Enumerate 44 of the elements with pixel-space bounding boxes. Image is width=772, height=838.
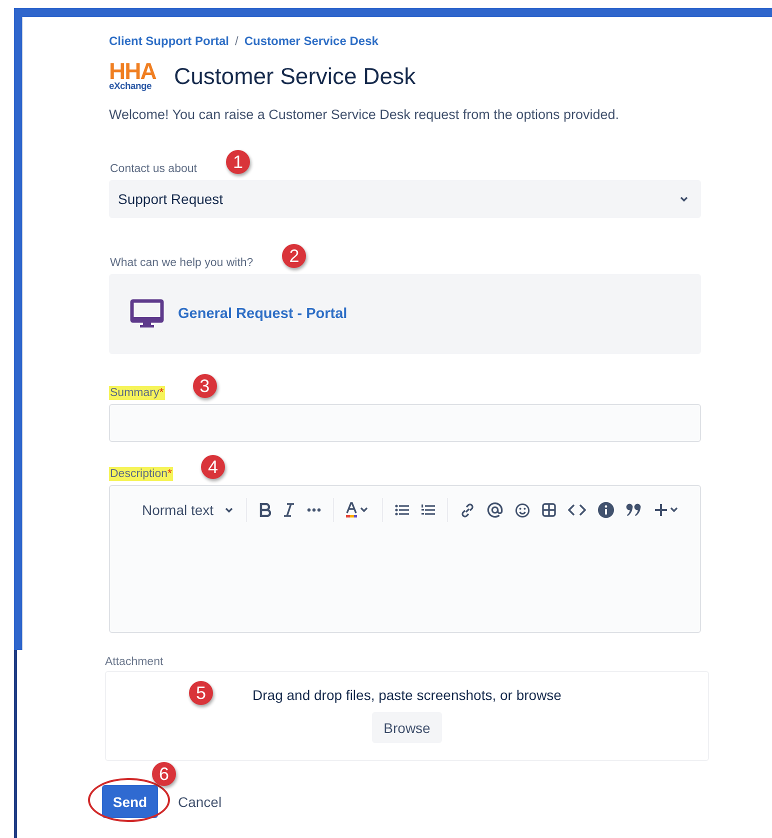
cancel-button[interactable]: Cancel — [178, 794, 222, 810]
field-label: Summary* — [109, 386, 165, 400]
callout-number: 6 — [152, 762, 176, 786]
callout-number: 3 — [192, 374, 217, 398]
breadcrumb-link[interactable]: Customer Service Desk — [244, 34, 378, 48]
text-color-icon[interactable] — [346, 502, 370, 518]
more-icon[interactable] — [306, 508, 321, 512]
breadcrumb-separator: / — [235, 34, 238, 48]
bullet-list-icon[interactable] — [394, 504, 409, 516]
chevron-down-icon — [679, 194, 689, 204]
field-label: Contact us about — [109, 162, 198, 176]
page-title: Customer Service Desk — [174, 63, 416, 90]
request-type-link[interactable]: General Request - Portal — [178, 306, 348, 322]
italic-icon[interactable] — [282, 503, 295, 517]
field-label: Attachment — [105, 656, 164, 668]
bold-icon[interactable] — [258, 503, 271, 517]
send-button[interactable]: Send — [102, 785, 158, 818]
field-label: What can we help you with? — [109, 256, 254, 270]
drop-prompt: Drag and drop files, paste screenshots, or browse — [252, 687, 562, 703]
welcome-text: Welcome! You can raise a Customer Service Desk request from the options provided. — [109, 107, 620, 122]
summary-input[interactable] — [109, 404, 701, 442]
code-icon[interactable] — [568, 504, 586, 516]
callout-number: 2 — [282, 244, 306, 268]
link-icon[interactable] — [460, 502, 475, 518]
emoji-icon[interactable] — [514, 502, 530, 518]
text-style-dropdown[interactable]: Normal text — [142, 502, 234, 518]
select-field[interactable]: Support Request — [109, 180, 701, 218]
insert-icon[interactable] — [654, 503, 680, 517]
mention-icon[interactable] — [486, 502, 503, 518]
callout-number: 4 — [201, 455, 226, 479]
numbered-list-icon[interactable] — [420, 504, 435, 516]
monitor-icon — [130, 299, 164, 329]
table-icon[interactable] — [542, 503, 556, 517]
field-label: Description* — [109, 467, 174, 481]
callout-number: 5 — [189, 681, 213, 705]
callout-number: 1 — [226, 150, 250, 174]
quote-icon[interactable] — [626, 503, 642, 517]
chevron-down-icon — [224, 505, 234, 515]
info-icon[interactable] — [598, 502, 614, 518]
logo-subtext: eXchange — [109, 81, 152, 92]
browse-button[interactable]: Browse — [372, 712, 442, 743]
logo-text: HHA — [109, 61, 158, 81]
rich-text-editor[interactable]: Normal text — [109, 485, 701, 633]
breadcrumb-link[interactable]: Client Support Portal — [109, 34, 229, 48]
